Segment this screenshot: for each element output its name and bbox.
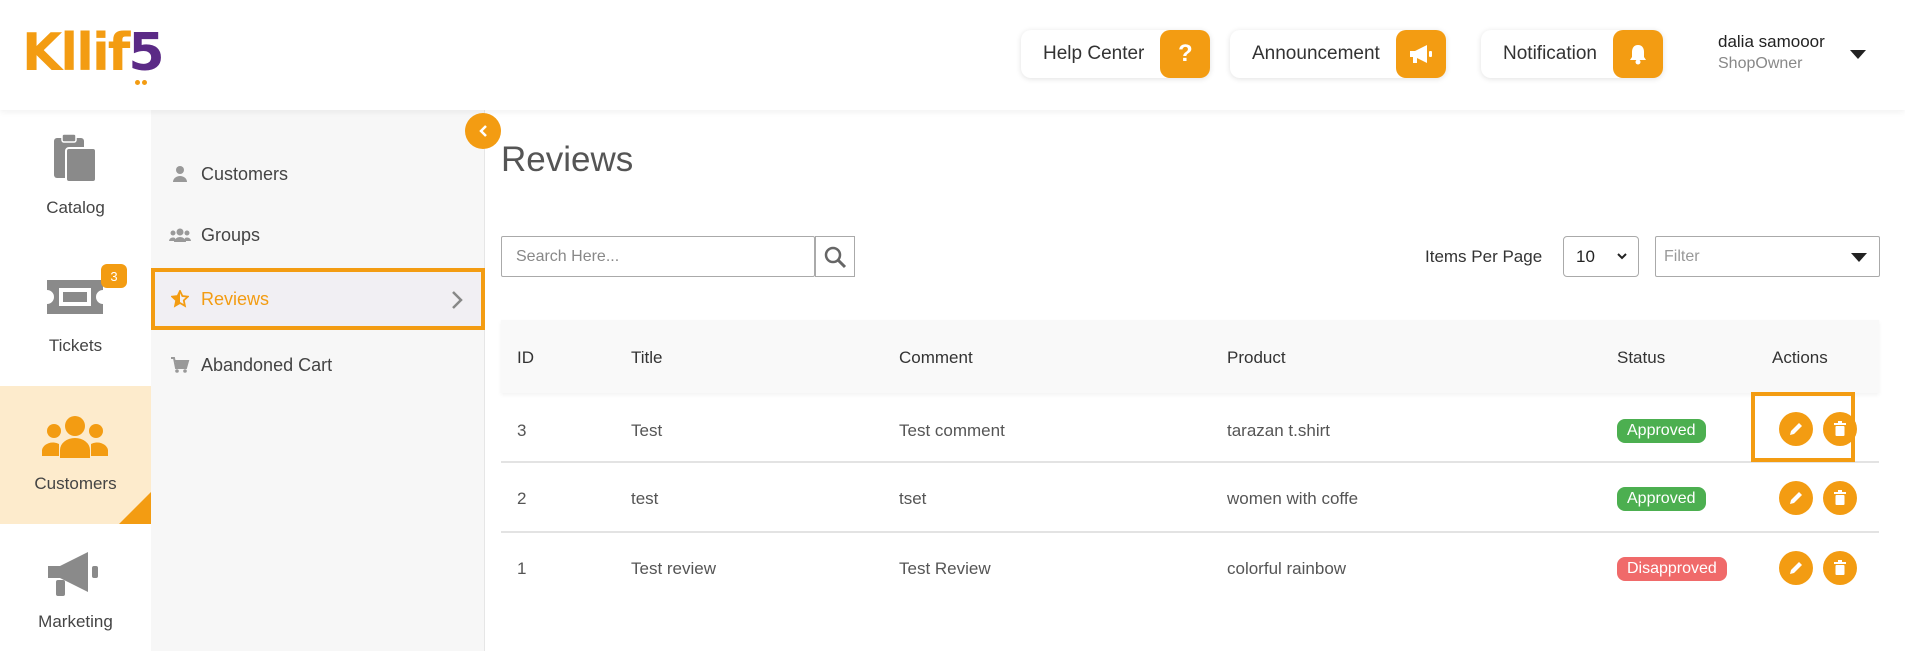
star-icon — [169, 290, 191, 308]
announcement-button[interactable]: Announcement — [1230, 30, 1446, 78]
top-header: Kllif 5 Help Center ? Announcement Notifi… — [0, 0, 1905, 110]
cell-comment: Test comment — [899, 421, 1005, 440]
icon-rail: Catalog 3 Tickets Customers Marketing — [0, 110, 151, 651]
filter-placeholder: Filter — [1664, 247, 1700, 265]
col-status: Status — [1617, 348, 1666, 367]
active-corner — [119, 492, 151, 524]
delete-button[interactable] — [1823, 412, 1857, 446]
cell-product: tarazan t.shirt — [1227, 421, 1330, 440]
edit-button[interactable] — [1779, 481, 1813, 515]
collapse-sidebar-button[interactable] — [465, 113, 501, 149]
col-product: Product — [1227, 348, 1286, 367]
cell-id: 2 — [517, 489, 527, 508]
notification-label: Notification — [1503, 43, 1597, 64]
search-icon — [824, 246, 847, 268]
cell-id: 3 — [517, 421, 527, 440]
user-dropdown-caret-icon[interactable] — [1850, 50, 1866, 59]
delete-button[interactable] — [1823, 481, 1857, 515]
notification-button[interactable]: Notification — [1481, 30, 1663, 78]
filter-select[interactable]: Filter — [1655, 236, 1880, 277]
rail-item-catalog[interactable]: Catalog — [0, 110, 151, 248]
submenu-panel: Customers Groups Reviews Abandoned Cart — [151, 110, 485, 651]
pencil-icon — [1790, 423, 1802, 435]
chevron-right-icon — [452, 291, 463, 309]
submenu-label-groups: Groups — [201, 224, 261, 245]
user-menu[interactable]: dalia samooor ShopOwner — [1718, 32, 1825, 73]
logo-dots — [135, 72, 149, 85]
ticket-icon — [47, 280, 103, 314]
status-badge: Disapproved — [1617, 557, 1727, 581]
edit-button[interactable] — [1779, 551, 1813, 585]
cell-title: Test — [631, 421, 663, 440]
submenu-label-reviews: Reviews — [201, 288, 270, 309]
rail-label-tickets: Tickets — [48, 336, 103, 355]
items-per-page-value: 10 — [1576, 246, 1595, 266]
logo-accent: 5 — [128, 23, 164, 83]
page-title: Reviews — [501, 140, 634, 179]
search-input[interactable] — [501, 236, 815, 277]
help-center-button[interactable]: Help Center ? — [1021, 30, 1211, 78]
logo-text: Kllif — [22, 23, 130, 83]
filter-dropdown-icon — [1851, 253, 1867, 262]
help-center-label: Help Center — [1043, 43, 1145, 64]
submenu-item-customers[interactable]: Customers — [151, 144, 485, 204]
logo[interactable]: Kllif 5 — [22, 23, 165, 85]
trash-icon — [1834, 490, 1846, 505]
rail-label-customers: Customers — [34, 474, 117, 493]
table-row: 1 Test review Test Review colorful rainb… — [501, 535, 1879, 603]
rail-item-marketing[interactable]: Marketing — [0, 524, 151, 651]
status-badge: Approved — [1617, 487, 1706, 511]
search-button[interactable] — [815, 236, 855, 277]
rail-item-customers[interactable]: Customers — [0, 386, 151, 524]
col-actions: Actions — [1772, 348, 1828, 367]
submenu-label-customers: Customers — [201, 163, 289, 184]
clipboard-icon — [54, 134, 97, 183]
pencil-icon — [1790, 492, 1802, 504]
user-role: ShopOwner — [1718, 55, 1803, 72]
rail-label-catalog: Catalog — [46, 198, 105, 217]
trash-icon — [1834, 560, 1846, 575]
cell-title: test — [631, 489, 659, 508]
chevron-left-icon — [479, 125, 487, 137]
cell-title: Test review — [631, 559, 717, 578]
table-header: ID Title Comment Product Status Actions — [501, 320, 1879, 393]
tickets-badge: 3 — [101, 264, 127, 288]
announcement-label: Announcement — [1252, 43, 1380, 64]
submenu-item-abandoned-cart[interactable]: Abandoned Cart — [151, 335, 485, 395]
cell-product: women with coffe — [1227, 489, 1359, 508]
users-icon — [42, 416, 108, 458]
cart-icon — [169, 356, 191, 374]
items-per-page-select[interactable]: 10 — [1563, 236, 1639, 277]
rail-label-marketing: Marketing — [38, 612, 113, 631]
cell-product: colorful rainbow — [1227, 559, 1347, 578]
user-name: dalia samooor — [1718, 32, 1825, 51]
col-comment: Comment — [899, 348, 973, 367]
rail-item-tickets[interactable]: 3 Tickets — [0, 248, 151, 386]
items-per-page-label: Items Per Page — [1425, 247, 1543, 266]
user-icon — [169, 165, 191, 183]
col-title: Title — [631, 348, 663, 367]
question-icon: ? — [1160, 30, 1211, 78]
table-row: 3 Test Test comment tarazan t.shirt Appr… — [501, 392, 1879, 463]
bell-icon — [1613, 30, 1663, 78]
submenu-item-reviews[interactable]: Reviews — [151, 268, 485, 330]
submenu-item-groups[interactable]: Groups — [151, 205, 485, 265]
megaphone-icon — [1395, 30, 1446, 78]
cell-comment: tset — [899, 489, 927, 508]
cell-id: 1 — [517, 559, 527, 578]
table-row: 2 test tset women with coffe Approved — [501, 465, 1879, 533]
megaphone-icon — [48, 552, 98, 596]
group-icon — [169, 227, 191, 243]
edit-button[interactable] — [1779, 412, 1813, 446]
chevron-down-icon — [1617, 253, 1627, 260]
pencil-icon — [1790, 562, 1802, 574]
cell-comment: Test Review — [899, 559, 991, 578]
trash-icon — [1834, 421, 1846, 436]
col-id: ID — [517, 348, 534, 367]
submenu-label-abandoned-cart: Abandoned Cart — [201, 354, 333, 375]
main-content: Reviews Items Per Page 10 Filter ID Titl… — [485, 110, 1905, 651]
status-badge: Approved — [1617, 419, 1706, 443]
delete-button[interactable] — [1823, 551, 1857, 585]
